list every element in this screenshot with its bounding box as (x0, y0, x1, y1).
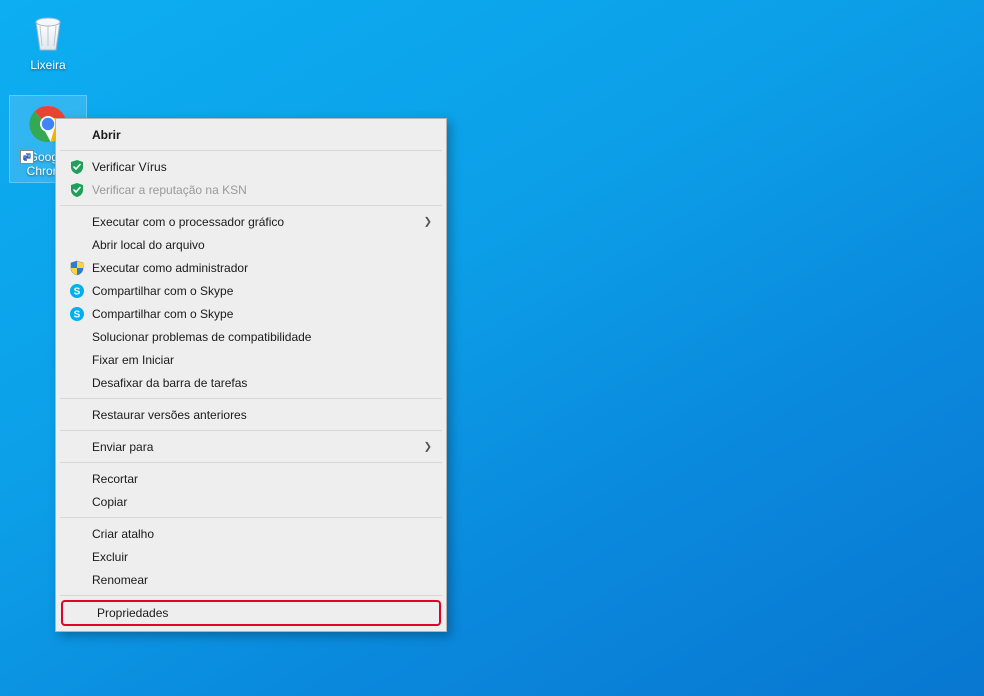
context-menu-item[interactable]: S Compartilhar com o Skype (58, 279, 444, 302)
icon-slot-empty (66, 525, 88, 543)
context-menu-item[interactable]: Verificar a reputação na KSN (58, 178, 444, 201)
context-menu-item[interactable]: Verificar Vírus (58, 155, 444, 178)
context-menu-item-label: Desafixar da barra de tarefas (92, 376, 416, 390)
context-menu-item-label: Compartilhar com o Skype (92, 307, 416, 321)
context-menu-item-label: Abrir (92, 128, 416, 142)
icon-slot-empty (66, 374, 88, 392)
context-menu-item[interactable]: Criar atalho (58, 522, 444, 545)
context-menu-item-label: Criar atalho (92, 527, 416, 541)
context-menu-separator (60, 150, 442, 151)
context-menu-item-label: Verificar Vírus (92, 160, 416, 174)
context-menu-item-label: Solucionar problemas de compatibilidade (92, 330, 416, 344)
context-menu-item[interactable]: Desafixar da barra de tarefas (58, 371, 444, 394)
icon-slot-empty (71, 604, 93, 622)
context-menu-item[interactable]: S Compartilhar com o Skype (58, 302, 444, 325)
context-menu-item-label: Abrir local do arquivo (92, 238, 416, 252)
svg-text:S: S (74, 286, 81, 297)
context-menu-item[interactable]: Renomear (58, 568, 444, 591)
icon-slot-empty (66, 470, 88, 488)
chevron-right-icon: ❯ (424, 216, 432, 227)
context-menu-item[interactable]: Solucionar problemas de compatibilidade (58, 325, 444, 348)
shield-green-icon (66, 158, 88, 176)
context-menu-separator (60, 430, 442, 431)
context-menu-item-label: Copiar (92, 495, 416, 509)
uac-shield-icon (66, 259, 88, 277)
context-menu-item[interactable]: Abrir local do arquivo (58, 233, 444, 256)
context-menu-separator (60, 462, 442, 463)
context-menu-item-label: Verificar a reputação na KSN (92, 183, 416, 197)
context-menu-item-label: Compartilhar com o Skype (92, 284, 416, 298)
icon-slot-empty (66, 438, 88, 456)
context-menu-item[interactable]: Abrir (58, 123, 444, 146)
context-menu-separator (60, 398, 442, 399)
context-menu-item[interactable]: Excluir (58, 545, 444, 568)
chevron-right-icon: ❯ (424, 441, 432, 452)
icon-slot-empty (66, 406, 88, 424)
context-menu-separator (60, 517, 442, 518)
desktop-icon-recycle-bin[interactable]: Lixeira (10, 4, 86, 76)
context-menu-item-label: Excluir (92, 550, 416, 564)
context-menu-item-label: Propriedades (97, 606, 411, 620)
annotation-highlight: Propriedades (61, 600, 441, 626)
context-menu-item-label: Executar com o processador gráfico (92, 215, 416, 229)
icon-slot-empty (66, 213, 88, 231)
skype-icon: S (66, 282, 88, 300)
context-menu-item-label: Recortar (92, 472, 416, 486)
context-menu-item[interactable]: Executar como administrador (58, 256, 444, 279)
context-menu-item-label: Fixar em Iniciar (92, 353, 416, 367)
icon-slot-empty (66, 548, 88, 566)
context-menu-item[interactable]: Restaurar versões anteriores (58, 403, 444, 426)
svg-text:S: S (74, 309, 81, 320)
desktop-icon-label: Lixeira (30, 58, 65, 72)
shield-green-icon (66, 181, 88, 199)
icon-slot-empty (66, 126, 88, 144)
context-menu-item[interactable]: Executar com o processador gráfico ❯ (58, 210, 444, 233)
context-menu-separator (60, 205, 442, 206)
skype-icon: S (66, 305, 88, 323)
context-menu-item-label: Executar como administrador (92, 261, 416, 275)
desktop-background[interactable]: Lixeira Google Chrome AbrirVerificar Vír… (0, 0, 984, 696)
context-menu-item[interactable]: Propriedades (63, 602, 439, 624)
context-menu-item-label: Restaurar versões anteriores (92, 408, 416, 422)
context-menu-separator (60, 595, 442, 596)
context-menu-item[interactable]: Copiar (58, 490, 444, 513)
context-menu-item-label: Renomear (92, 573, 416, 587)
context-menu-item[interactable]: Enviar para ❯ (58, 435, 444, 458)
context-menu-item[interactable]: Recortar (58, 467, 444, 490)
icon-slot-empty (66, 328, 88, 346)
icon-slot-empty (66, 493, 88, 511)
context-menu-item[interactable]: Fixar em Iniciar (58, 348, 444, 371)
shortcut-overlay-icon (20, 150, 34, 164)
icon-slot-empty (66, 571, 88, 589)
context-menu-item-label: Enviar para (92, 440, 416, 454)
icon-slot-empty (66, 236, 88, 254)
context-menu: Abrir Verificar Vírus Verificar a reputaçã… (55, 118, 447, 632)
icon-slot-empty (66, 351, 88, 369)
recycle-bin-icon (24, 8, 72, 56)
